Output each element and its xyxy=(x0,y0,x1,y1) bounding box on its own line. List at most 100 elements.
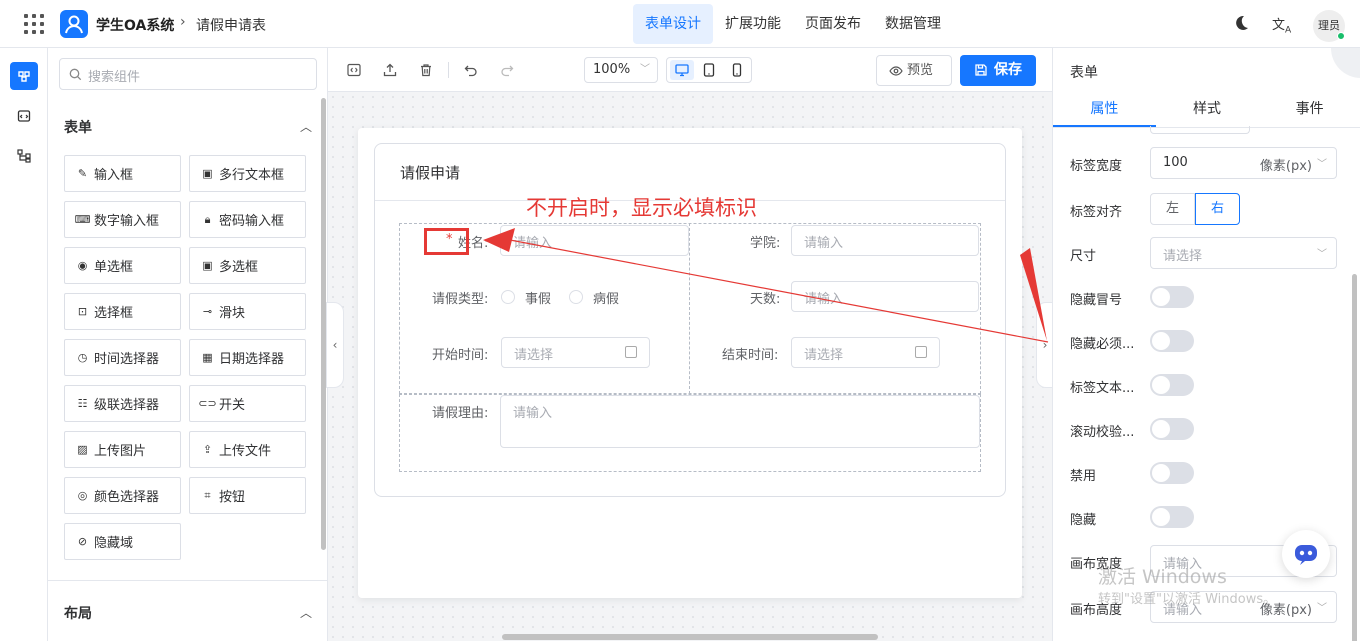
label-width-input[interactable]: 100 像素(px) ﹀ xyxy=(1150,147,1337,179)
radio-personal[interactable] xyxy=(501,290,515,304)
palette-icon: ◎ xyxy=(77,489,88,502)
label-text-switch[interactable] xyxy=(1150,374,1194,396)
comp-color-picker[interactable]: ◎ 颜色选择器 xyxy=(64,477,181,514)
comp-select[interactable]: ⊡ 选择框 xyxy=(64,293,181,330)
form-title: 请假申请 xyxy=(400,164,461,182)
end-time-picker[interactable]: 请选择 xyxy=(791,337,940,368)
form-section-title[interactable]: 表单 xyxy=(64,117,92,137)
hidden-label: 隐藏 xyxy=(1070,513,1097,528)
save-button[interactable]: 保存 xyxy=(960,55,1036,86)
comp-textarea[interactable]: ▣ 多行文本框 xyxy=(189,155,306,192)
component-search-input[interactable]: 搜索组件 xyxy=(59,58,317,90)
hide-colon-switch[interactable] xyxy=(1150,286,1194,308)
comp-hidden-field[interactable]: ⊘ 隐藏域 xyxy=(64,523,181,560)
number-icon: ⌨ xyxy=(74,213,91,226)
align-right-option[interactable]: 右 xyxy=(1195,193,1240,225)
comp-cascader[interactable]: ☷ 级联选择器 xyxy=(64,385,181,422)
delete-icon[interactable] xyxy=(416,60,436,80)
comp-switch[interactable]: ⊂⊃ 开关 xyxy=(189,385,306,422)
leave-type-label: 请假类型: xyxy=(432,292,489,307)
breadcrumb[interactable]: 请假申请表 xyxy=(196,15,266,35)
chevron-right-icon: › xyxy=(180,14,186,30)
comp-date-picker[interactable]: ▦ 日期选择器 xyxy=(189,339,306,376)
comp-radio[interactable]: ◉ 单选框 xyxy=(64,247,181,284)
preview-button[interactable]: 预览 xyxy=(876,55,952,86)
chevron-down-icon: ﹀ xyxy=(640,64,650,75)
nav-form-design[interactable]: 表单设计 xyxy=(633,4,713,44)
calendar-icon xyxy=(625,346,637,358)
zoom-select[interactable]: 100% ﹀ xyxy=(584,57,658,83)
translate-icon[interactable]: 文A xyxy=(1272,14,1291,36)
select-icon: ⊡ xyxy=(77,305,88,318)
disabled-switch[interactable] xyxy=(1150,462,1194,484)
rail-tree-icon[interactable] xyxy=(10,142,38,170)
comp-input[interactable]: ✎ 输入框 xyxy=(64,155,181,192)
radio-sick-label[interactable]: 病假 xyxy=(593,288,619,307)
label-width-label: 标签宽度 xyxy=(1070,159,1123,174)
nav-extensions[interactable]: 扩展功能 xyxy=(713,4,793,44)
tab-styles[interactable]: 样式 xyxy=(1156,94,1259,127)
comp-upload-image[interactable]: ▨ 上传图片 xyxy=(64,431,181,468)
end-time-label: 结束时间: xyxy=(722,348,779,363)
export-icon[interactable] xyxy=(380,60,400,80)
hide-required-label: 隐藏必须... xyxy=(1070,337,1135,352)
nav-page-publish[interactable]: 页面发布 xyxy=(793,4,873,44)
chatbot-icon[interactable] xyxy=(1282,530,1330,578)
device-switcher xyxy=(666,57,752,83)
comp-number[interactable]: ⌨ 数字输入框 xyxy=(64,201,181,238)
desktop-icon[interactable] xyxy=(670,60,694,80)
comp-upload-file[interactable]: ⇪ 上传文件 xyxy=(189,431,306,468)
reason-textarea[interactable]: 请输入 xyxy=(500,395,980,448)
name-input[interactable]: 请输入 xyxy=(500,225,689,256)
chevron-up-icon[interactable]: ︿ xyxy=(300,118,312,135)
rail-components-icon[interactable] xyxy=(10,62,38,90)
comp-slider[interactable]: ⊸ 滑块 xyxy=(189,293,306,330)
undo-icon[interactable] xyxy=(461,60,481,80)
hidden-switch[interactable] xyxy=(1150,506,1194,528)
hide-required-switch[interactable] xyxy=(1150,330,1194,352)
align-left-option[interactable]: 左 xyxy=(1150,193,1195,225)
comp-button[interactable]: ⌗ 按钮 xyxy=(189,477,306,514)
canvas-toolbar: 100% ﹀ 预览 保存 xyxy=(328,48,1052,92)
cascader-icon: ☷ xyxy=(77,397,88,410)
layout-section-title[interactable]: 布局 xyxy=(64,603,92,623)
days-label: 天数: xyxy=(750,292,781,307)
scroll-validate-switch[interactable] xyxy=(1150,418,1194,440)
college-input[interactable]: 请输入 xyxy=(791,225,979,256)
avatar[interactable]: 理员 xyxy=(1313,10,1345,42)
size-select[interactable]: 请选择 ﹀ xyxy=(1150,237,1337,269)
nav-data-management[interactable]: 数据管理 xyxy=(873,4,953,44)
top-nav: 表单设计 扩展功能 页面发布 数据管理 xyxy=(633,4,953,44)
eye-icon xyxy=(889,66,903,76)
moon-icon[interactable] xyxy=(1232,14,1250,32)
days-input[interactable]: 请输入 xyxy=(791,281,979,312)
button-icon: ⌗ xyxy=(204,488,211,502)
redo-icon[interactable] xyxy=(497,60,517,80)
tab-events[interactable]: 事件 xyxy=(1258,94,1360,127)
tablet-icon[interactable] xyxy=(697,60,721,80)
eye-off-icon: ⊘ xyxy=(77,535,88,548)
comp-checkbox[interactable]: ▣ 多选框 xyxy=(189,247,306,284)
right-scrollbar[interactable] xyxy=(1352,274,1357,641)
annotation-highlight-required xyxy=(424,228,469,255)
comp-time-picker[interactable]: ◷ 时间选择器 xyxy=(64,339,181,376)
mobile-icon[interactable] xyxy=(725,60,749,80)
canvas-hscrollbar[interactable] xyxy=(502,634,878,640)
code-view-icon[interactable] xyxy=(344,60,364,80)
grid-col-divider xyxy=(689,223,690,394)
cutoff-field xyxy=(1150,126,1250,134)
rail-code-icon[interactable] xyxy=(10,102,38,130)
fullscreen-icon[interactable] xyxy=(1331,48,1360,78)
radio-personal-label[interactable]: 事假 xyxy=(525,288,551,307)
top-header: 学生OA系统 › 请假申请表 表单设计 扩展功能 页面发布 数据管理 文A 理员 xyxy=(0,0,1360,48)
tab-properties[interactable]: 属性 xyxy=(1053,94,1156,127)
start-time-picker[interactable]: 请选择 xyxy=(501,337,650,368)
calendar-icon: ▦ xyxy=(202,351,213,364)
start-time-label: 开始时间: xyxy=(432,348,489,363)
chevron-down-icon: ﹀ xyxy=(1317,159,1327,170)
app-grid-icon[interactable] xyxy=(24,14,44,34)
radio-sick[interactable] xyxy=(569,290,583,304)
comp-password[interactable]: 🔒︎ 密码输入框 xyxy=(189,201,306,238)
chevron-up-icon[interactable]: ︿ xyxy=(300,604,312,621)
collapse-left-toggle[interactable]: ‹ xyxy=(326,302,344,388)
